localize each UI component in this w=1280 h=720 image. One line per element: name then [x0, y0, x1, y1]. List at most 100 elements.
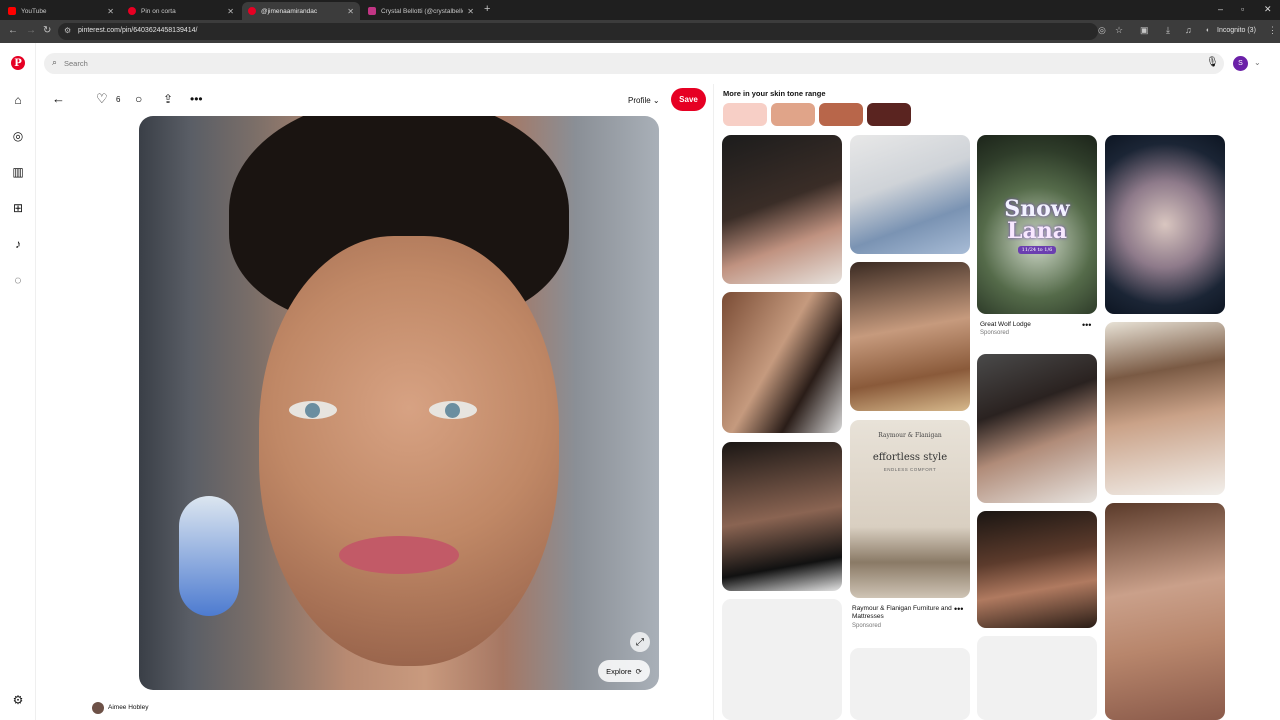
chevron-down-icon[interactable]: ⌄ [1254, 58, 1261, 67]
close-tab-icon[interactable]: ✕ [467, 7, 474, 16]
pinterest-favicon-icon [248, 7, 256, 15]
related-pin[interactable] [1105, 503, 1225, 720]
tab-jimenaamirandac[interactable]: @jimenaamirandac ✕ [242, 2, 360, 20]
close-window-icon[interactable]: ✕ [1264, 4, 1272, 15]
pinterest-logo-icon[interactable]: P [11, 56, 25, 70]
airplane-window [179, 496, 239, 616]
related-pin[interactable] [722, 135, 842, 284]
ad-brand: Raymour & Flanigan [878, 432, 942, 439]
download-icon[interactable]: ⤓ [1166, 25, 1170, 36]
explore-label: Explore [606, 666, 632, 676]
tab-title: Crystal Bellotti (@crystalbellotti [381, 7, 464, 15]
more-options-icon[interactable]: ••• [1082, 320, 1091, 330]
boards-icon[interactable]: ▥ [10, 164, 26, 180]
minimize-icon[interactable]: – [1218, 4, 1223, 14]
related-pin[interactable] [850, 135, 970, 254]
related-pin[interactable] [850, 262, 970, 411]
explore-compass-icon[interactable]: ◎ [10, 128, 26, 144]
browser-tab-bar: YouTube ✕ Pin on corta ✕ @jimenaamiranda… [0, 0, 1280, 20]
related-pin[interactable] [722, 292, 842, 433]
pin-image[interactable] [139, 116, 659, 690]
search-bar[interactable]: ⌕ Search [44, 53, 1224, 74]
lana-text: Lana [1007, 217, 1067, 244]
related-pin[interactable] [977, 354, 1097, 503]
ad-tagline: ENDLESS COMFORT [883, 467, 937, 472]
pinterest-sidebar: P ⌂ ◎ ▥ ⊞ ♪ ◌ ⚙ [0, 43, 36, 720]
expand-icon[interactable]: ⤢ [630, 632, 650, 652]
heart-icon[interactable]: ♡ [96, 91, 108, 107]
left-eye [289, 401, 337, 419]
address-bar[interactable]: ⚙ pinterest.com/pin/6403624458139414/ [58, 23, 1098, 40]
save-button[interactable]: Save [671, 88, 706, 111]
explore-button[interactable]: Explore ⟳ [598, 660, 650, 682]
comment-icon[interactable]: ○ [135, 92, 142, 106]
search-input[interactable]: Search [64, 59, 88, 68]
search-icon: ⌕ [52, 57, 58, 67]
sponsored-label: Sponsored [852, 623, 882, 629]
new-tab-icon[interactable]: + [484, 3, 490, 15]
snow-ad-pin[interactable]: Snow Lana 11/24 to 1/6 [977, 135, 1097, 314]
extensions-icon[interactable]: ▣ [1140, 25, 1149, 36]
create-icon[interactable]: ⊞ [10, 200, 26, 216]
share-icon[interactable]: ⇪ [163, 92, 173, 106]
site-info-icon[interactable]: ⚙ [64, 26, 71, 35]
related-pin-placeholder [977, 636, 1097, 720]
notifications-bell-icon[interactable]: ♪ [10, 236, 26, 252]
url-text: pinterest.com/pin/6403624458139414/ [78, 27, 198, 34]
back-icon[interactable]: ← [8, 25, 18, 36]
lens-icon: ⟳ [635, 666, 642, 676]
media-icon[interactable]: ♫ [1185, 25, 1192, 35]
tab-pin-on-corta[interactable]: Pin on corta ✕ [122, 2, 240, 20]
profile-dropdown[interactable]: Profile ⌄ [628, 96, 660, 105]
home-icon[interactable]: ⌂ [10, 92, 26, 108]
microphone-icon[interactable]: 🎙 [1206, 57, 1219, 68]
tab-title: @jimenaamirandac [261, 7, 318, 15]
tab-youtube[interactable]: YouTube ✕ [2, 2, 120, 20]
bookmark-star-icon[interactable]: ☆ [1115, 25, 1123, 36]
tab-title: Pin on corta [141, 7, 176, 15]
related-pin[interactable] [977, 511, 1097, 628]
tab-crystal-bellotti[interactable]: Crystal Bellotti (@crystalbellotti ✕ [362, 2, 480, 20]
sponsored-pin-title[interactable]: Raymour & Flanigan Furniture and Mattres… [852, 605, 952, 621]
related-pin[interactable] [1105, 322, 1225, 495]
snow-lana-graphic: Snow Lana 11/24 to 1/6 [977, 135, 1097, 314]
sponsored-label: Sponsored [980, 330, 1010, 336]
settings-gear-icon[interactable]: ⚙ [10, 692, 26, 708]
ad-headline: effortless style [872, 452, 948, 463]
eye-off-icon[interactable]: ◎ [1098, 25, 1106, 36]
creator-name[interactable]: Aimee Hobley [108, 704, 148, 711]
lips [339, 536, 459, 574]
maximize-icon[interactable]: ▫ [1241, 4, 1244, 14]
sponsored-pin-title[interactable]: Great Wolf Lodge [980, 321, 1080, 329]
browser-toolbar: ← → ↻ ⚙ pinterest.com/pin/64036244581394… [0, 20, 1280, 43]
skin-tone-swatch-2[interactable] [771, 103, 815, 126]
divider [713, 84, 714, 720]
back-arrow-icon[interactable]: ← [52, 91, 65, 106]
more-options-icon[interactable]: ••• [954, 604, 963, 614]
related-pin[interactable] [1105, 135, 1225, 314]
instagram-favicon-icon [368, 7, 376, 15]
forward-icon[interactable]: → [26, 25, 36, 36]
youtube-favicon-icon [8, 7, 16, 15]
face [259, 236, 559, 666]
close-tab-icon[interactable]: ✕ [227, 7, 234, 16]
close-tab-icon[interactable]: ✕ [107, 7, 114, 16]
reload-icon[interactable]: ↻ [43, 25, 51, 36]
creator-avatar[interactable] [92, 702, 104, 714]
related-pin[interactable] [722, 442, 842, 591]
furniture-ad-pin[interactable]: Raymour & Flanigan effortless style ENDL… [850, 420, 970, 598]
menu-icon[interactable]: ⋮ [1268, 25, 1277, 36]
related-pin-placeholder [850, 648, 970, 720]
skin-tone-swatch-1[interactable] [723, 103, 767, 126]
skin-tone-swatch-3[interactable] [819, 103, 863, 126]
avatar[interactable]: S [1233, 56, 1248, 71]
related-pin-placeholder [722, 599, 842, 720]
more-options-icon[interactable]: ••• [190, 92, 203, 106]
messages-icon[interactable]: ◌ [10, 272, 26, 288]
like-count: 6 [116, 95, 121, 104]
right-eye [429, 401, 477, 419]
related-section-title: More in your skin tone range [723, 89, 826, 98]
incognito-label[interactable]: Incognito (3) [1217, 27, 1256, 34]
skin-tone-swatch-4[interactable] [867, 103, 911, 126]
close-tab-icon[interactable]: ✕ [347, 7, 354, 16]
